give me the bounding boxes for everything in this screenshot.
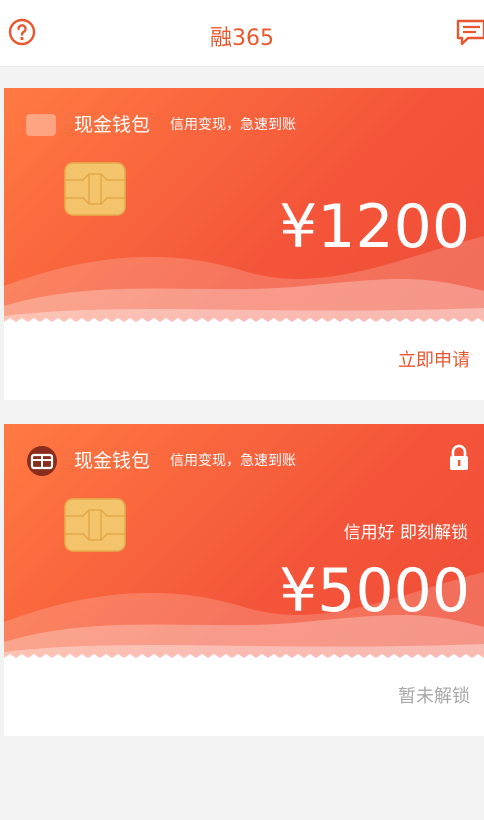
loan-amount: ¥5000: [279, 556, 470, 626]
wallet-logo-icon: [26, 114, 56, 136]
card-face: 现金钱包 信用变现，急速到账 信用好 即刻解锁 ¥5000: [4, 424, 484, 662]
page-title: 融365: [210, 26, 274, 51]
card-face: 现金钱包 信用变现，急速到账 ¥1200: [4, 88, 484, 326]
card-slogan: 信用变现，急速到账: [170, 453, 296, 469]
app-header: 融365: [0, 0, 484, 67]
chip-icon: [64, 162, 126, 216]
card-name: 现金钱包: [74, 450, 151, 472]
chip-icon: [64, 498, 126, 552]
ticket-edge: [4, 318, 484, 326]
card-name: 现金钱包: [74, 114, 151, 136]
card-slogan: 信用变现，急速到账: [170, 117, 296, 133]
cash-wallet-card-5000[interactable]: 现金钱包 信用变现，急速到账 信用好 即刻解锁 ¥5000 暂未解锁: [4, 424, 484, 736]
loan-amount: ¥1200: [279, 192, 470, 262]
lock-icon: [450, 444, 468, 470]
locked-status-label: 暂未解锁: [398, 686, 470, 707]
unlock-tip: 信用好 即刻解锁: [343, 523, 468, 543]
wallet-logo-icon: [27, 446, 57, 476]
cash-wallet-card-1200[interactable]: 现金钱包 信用变现，急速到账 ¥1200 立即申请: [4, 88, 484, 400]
apply-now-button[interactable]: 立即申请: [398, 346, 470, 372]
chat-bubble-icon[interactable]: [454, 16, 484, 48]
ticket-edge: [4, 654, 484, 662]
